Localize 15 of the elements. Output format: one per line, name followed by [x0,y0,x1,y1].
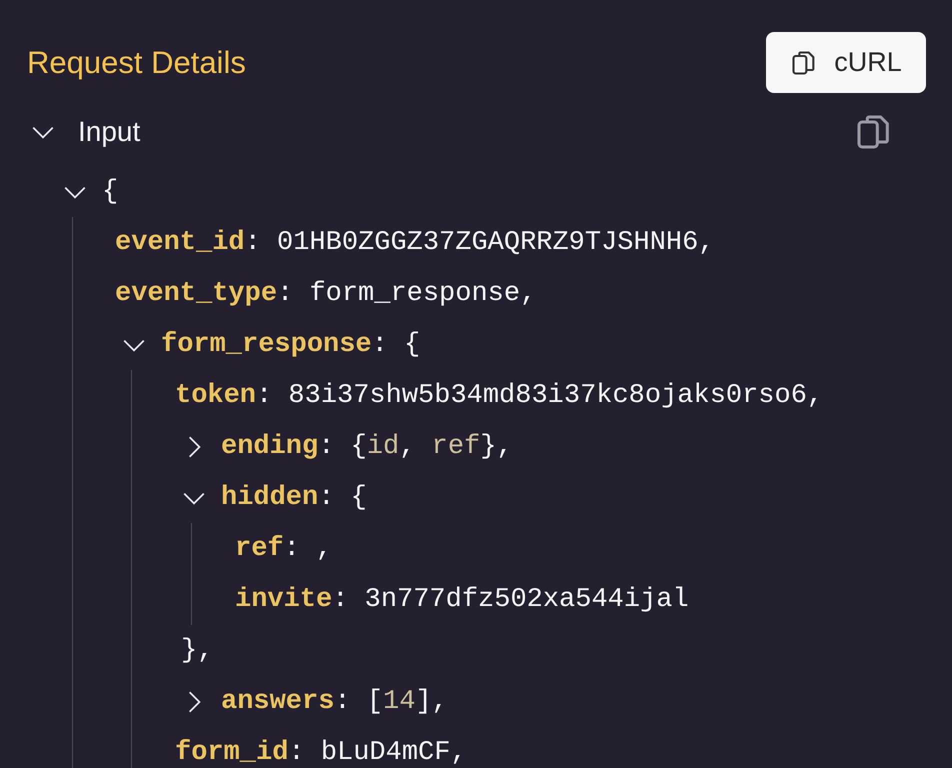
json-field: invite: 3n777dfz502xa544ijal [235,584,689,614]
json-field: ref: , [235,534,332,564]
curl-button[interactable]: cURL [766,32,926,93]
json-object: answers: [14], [221,686,448,716]
json-object: form_response: { [161,330,420,360]
json-object: hidden: { [221,482,367,512]
json-object: ending: {id, ref}, [221,432,513,462]
closing-brace: }, [181,636,214,666]
json-object: { [102,176,118,206]
json-field: form_id: bLuD4mCF, [175,738,467,768]
json-field: event_id: 01HB0ZGGZ37ZGAQRRZ9TJSHNH6, [115,228,715,258]
json-field: token: 83i37shw5b34md83i37kc8ojaks0rso6, [175,380,824,410]
panel-title: Request Details [27,44,246,80]
json-field: event_type: form_response, [115,278,536,308]
input-section-toggle[interactable]: Input [27,116,140,148]
